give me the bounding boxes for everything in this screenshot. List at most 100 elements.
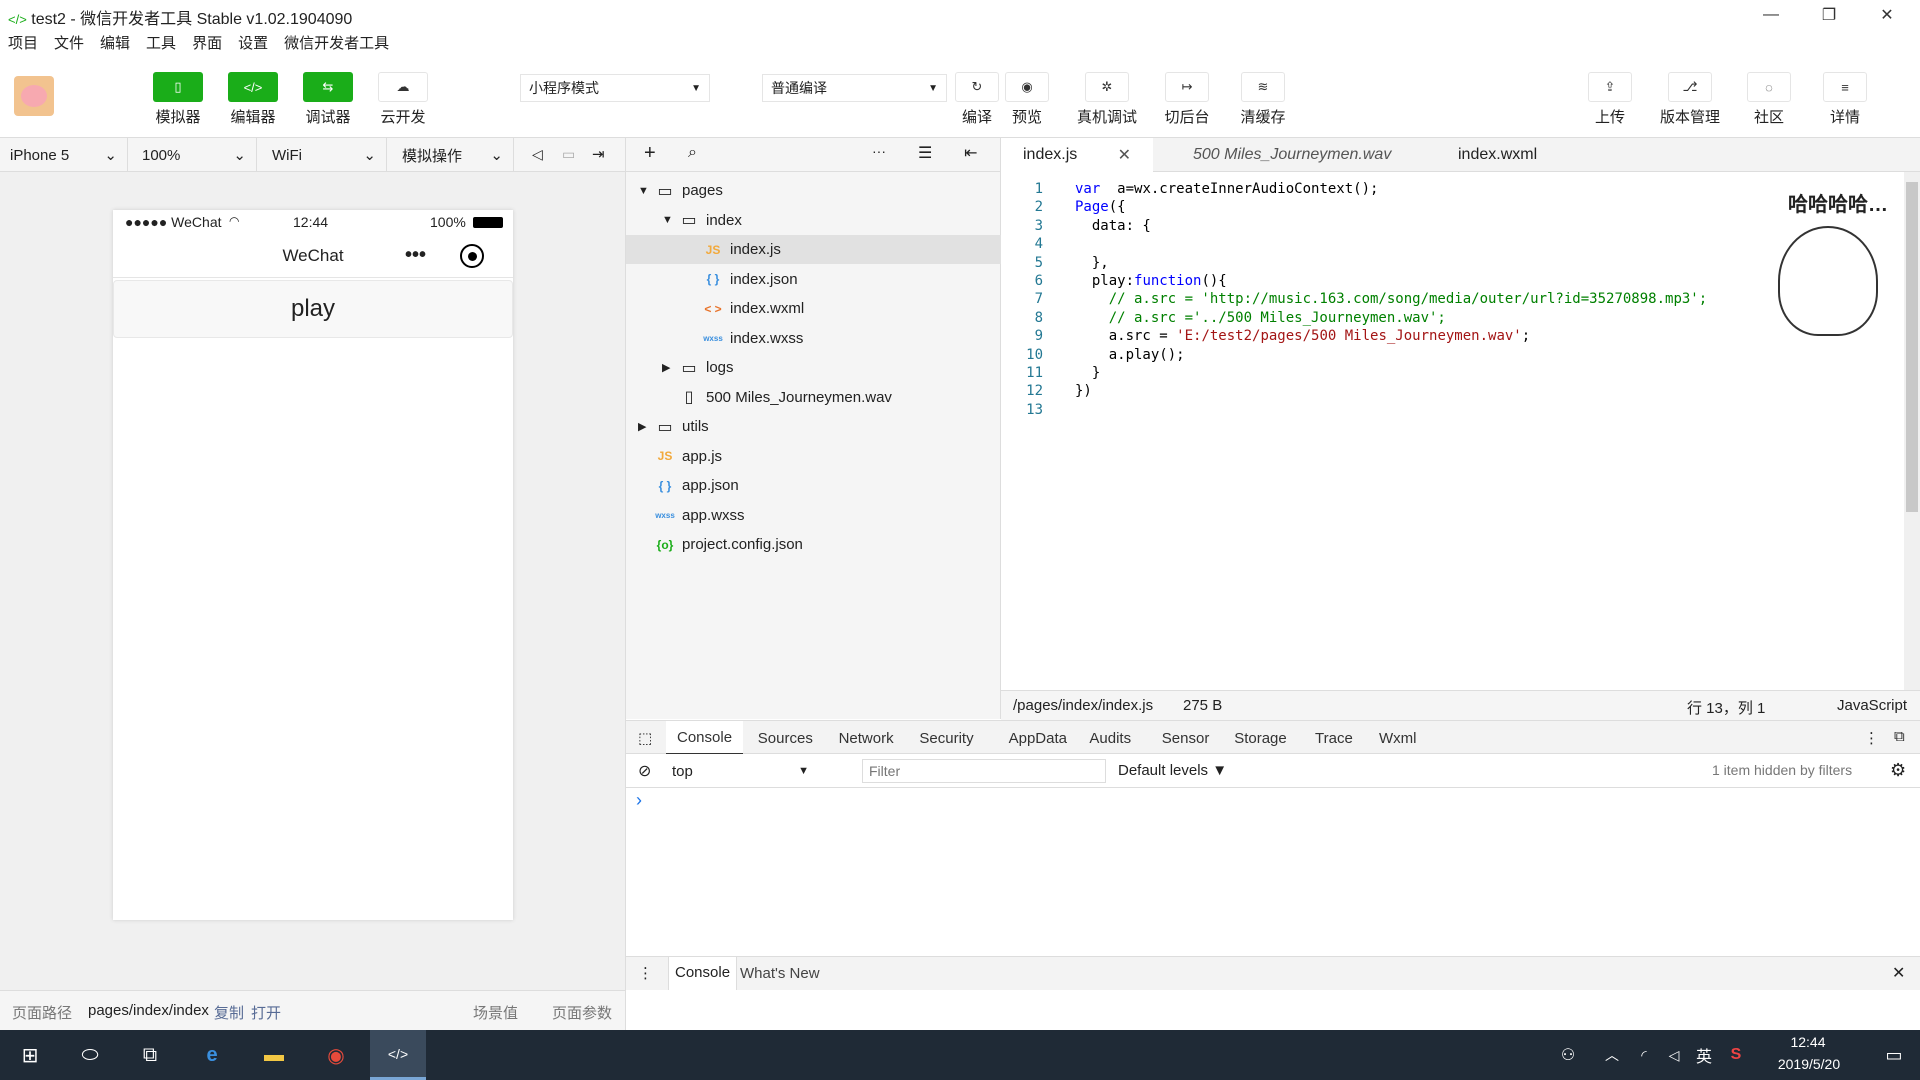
maximize-button[interactable]: ❐ bbox=[1800, 0, 1858, 30]
inspect-icon[interactable]: ⬚ bbox=[638, 729, 652, 747]
tree-item[interactable]: wxss app.wxss bbox=[626, 501, 1001, 530]
menu-edit[interactable]: 编辑 bbox=[100, 30, 130, 58]
version-button[interactable]: ⎇ 版本管理 bbox=[1655, 72, 1725, 127]
kebab-icon[interactable]: ⋮ bbox=[1864, 729, 1879, 747]
kebab-icon[interactable]: ⋮ bbox=[638, 964, 653, 982]
undock-icon[interactable]: ⧉ bbox=[1894, 728, 1905, 745]
collapse-icon[interactable]: ☰ bbox=[918, 143, 932, 163]
task-view-icon[interactable]: ⧉ bbox=[122, 1030, 178, 1080]
cursor-position[interactable]: 行 13，列 1 bbox=[1687, 697, 1765, 718]
tab-index-wxml[interactable]: index.wxml bbox=[1436, 138, 1559, 172]
file-explorer-icon[interactable]: ▬ bbox=[246, 1030, 302, 1080]
tree-item[interactable]: { } index.json bbox=[626, 265, 1001, 294]
tab-index-js[interactable]: index.js ✕ bbox=[1001, 138, 1153, 172]
details-button[interactable]: ≡ 详情 bbox=[1810, 72, 1880, 127]
clock-time[interactable]: 12:44 bbox=[1768, 1034, 1848, 1050]
menu-view[interactable]: 界面 bbox=[192, 30, 222, 58]
tree-item[interactable]: JS app.js bbox=[626, 442, 1001, 471]
wechat-devtools-icon[interactable]: </> bbox=[370, 1030, 426, 1080]
tree-item[interactable]: ▼ ▭ index bbox=[626, 206, 1001, 235]
mode-select[interactable]: 小程序模式 ▼ bbox=[520, 74, 710, 102]
compile-select[interactable]: 普通编译 ▼ bbox=[762, 74, 947, 102]
devtools-tab-storage[interactable]: Storage bbox=[1223, 721, 1298, 755]
cortana-icon[interactable]: ⬭ bbox=[62, 1030, 118, 1080]
caret-down-icon[interactable]: ▼ bbox=[662, 214, 678, 226]
debugger-button[interactable]: ⇆ 调试器 bbox=[293, 72, 363, 127]
params-button[interactable]: 页面参数 bbox=[552, 1002, 612, 1023]
menu-tools[interactable]: 工具 bbox=[146, 30, 176, 58]
search-icon[interactable]: ⌕ bbox=[688, 144, 697, 162]
devtools-tab-network[interactable]: Network bbox=[828, 721, 905, 755]
windows-start-icon[interactable]: ⊞ bbox=[2, 1030, 58, 1080]
clock-date[interactable]: 2019/5/20 bbox=[1764, 1056, 1854, 1072]
editor-scrollbar[interactable] bbox=[1904, 172, 1920, 690]
chrome-icon[interactable]: ◉ bbox=[308, 1030, 364, 1080]
close-drawer-icon[interactable]: ✕ bbox=[1892, 963, 1905, 983]
drawer-tab-whats-new[interactable]: What's New bbox=[740, 965, 820, 982]
devtools-tab-wxml[interactable]: Wxml bbox=[1368, 721, 1428, 755]
code-line[interactable]: data: { bbox=[1075, 215, 1151, 238]
devtools-tab-appdata[interactable]: AppData bbox=[998, 721, 1078, 755]
upload-button[interactable]: ⇪ 上传 bbox=[1575, 72, 1645, 127]
minimize-button[interactable]: — bbox=[1742, 0, 1800, 30]
clear-console-icon[interactable]: ⊘ bbox=[638, 761, 651, 781]
play-button[interactable]: play bbox=[113, 280, 513, 338]
devtools-tab-console[interactable]: Console bbox=[666, 721, 744, 755]
tree-item[interactable]: { } app.json bbox=[626, 471, 1001, 500]
close-window-button[interactable]: ✕ bbox=[1858, 0, 1916, 30]
capsule-close-icon[interactable] bbox=[460, 244, 484, 268]
preview-button[interactable]: ◉ 预览 bbox=[992, 72, 1062, 127]
tree-item[interactable]: < > index.wxml bbox=[626, 294, 1001, 323]
detach-icon[interactable]: ⇥ bbox=[592, 145, 605, 163]
tab-wav[interactable]: 500 Miles_Journeymen.wav bbox=[1171, 138, 1413, 172]
language-mode[interactable]: JavaScript bbox=[1837, 697, 1907, 714]
open-link[interactable]: 打开 bbox=[251, 1002, 281, 1023]
network-select[interactable]: WiFi ⌄ bbox=[262, 138, 387, 172]
tree-item[interactable]: {o} project.config.json bbox=[626, 530, 1001, 559]
ops-select[interactable]: 模拟操作 ⌄ bbox=[392, 138, 514, 172]
devtools-tab-trace[interactable]: Trace bbox=[1304, 721, 1364, 755]
tree-item[interactable]: ▶ ▭ utils bbox=[626, 412, 1001, 441]
sogou-icon[interactable]: S bbox=[1708, 1030, 1764, 1080]
more-icon[interactable]: ··· bbox=[872, 143, 886, 159]
context-select[interactable]: top ▼ bbox=[668, 758, 813, 784]
tree-item[interactable]: wxss index.wxss bbox=[626, 324, 1001, 353]
hide-panel-icon[interactable]: ⇤ bbox=[964, 143, 977, 163]
menu-wechat-devtools[interactable]: 微信开发者工具 bbox=[284, 30, 389, 58]
add-icon[interactable]: + bbox=[644, 142, 656, 165]
community-button[interactable]: ◌ 社区 bbox=[1734, 72, 1804, 127]
caret-right-icon[interactable]: ▶ bbox=[638, 420, 654, 433]
clear-cache-button[interactable]: ≋ 清缓存 bbox=[1228, 72, 1298, 127]
tree-item[interactable]: ▼ ▭ pages bbox=[626, 176, 1001, 205]
menu-settings[interactable]: 设置 bbox=[238, 30, 268, 58]
console-output[interactable]: › bbox=[626, 788, 1920, 956]
screen-icon[interactable]: ▭ bbox=[562, 146, 575, 163]
device-select[interactable]: iPhone 5 ⌄ bbox=[0, 138, 128, 172]
caret-right-icon[interactable]: ▶ bbox=[662, 361, 678, 374]
cloud-dev-button[interactable]: ☁ 云开发 bbox=[368, 72, 438, 127]
caret-down-icon[interactable]: ▼ bbox=[638, 185, 654, 197]
close-icon[interactable]: ✕ bbox=[1118, 145, 1131, 165]
simulator-button[interactable]: ▯ 模拟器 bbox=[143, 72, 213, 127]
background-button[interactable]: ↦ 切后台 bbox=[1152, 72, 1222, 127]
zoom-select[interactable]: 100% ⌄ bbox=[132, 138, 257, 172]
devtools-tab-sensor[interactable]: Sensor bbox=[1151, 721, 1221, 755]
tree-item[interactable]: ▶ ▭ logs bbox=[626, 353, 1001, 382]
filter-input[interactable] bbox=[862, 759, 1106, 783]
tree-item[interactable]: ▯ 500 Miles_Journeymen.wav bbox=[626, 383, 1001, 412]
code-line[interactable]: }) bbox=[1075, 380, 1092, 403]
devtools-tab-audits[interactable]: Audits bbox=[1078, 721, 1142, 755]
notification-icon[interactable]: ▭ bbox=[1866, 1030, 1920, 1080]
gear-icon[interactable]: ⚙ bbox=[1890, 760, 1906, 781]
editor-button[interactable]: </> 编辑器 bbox=[218, 72, 288, 127]
volume-icon[interactable]: ◁ bbox=[532, 146, 543, 163]
devtools-tab-security[interactable]: Security bbox=[908, 721, 984, 755]
remote-debug-button[interactable]: ✲ 真机调试 bbox=[1072, 72, 1142, 127]
drawer-tab-console[interactable]: Console bbox=[668, 957, 738, 990]
menu-project[interactable]: 项目 bbox=[8, 30, 38, 58]
edge-icon[interactable]: e bbox=[184, 1030, 240, 1080]
more-icon[interactable]: ••• bbox=[405, 244, 426, 267]
copy-link[interactable]: 复制 bbox=[214, 1002, 244, 1023]
tree-item[interactable]: JS index.js bbox=[626, 235, 1001, 264]
devtools-tab-sources[interactable]: Sources bbox=[747, 721, 824, 755]
